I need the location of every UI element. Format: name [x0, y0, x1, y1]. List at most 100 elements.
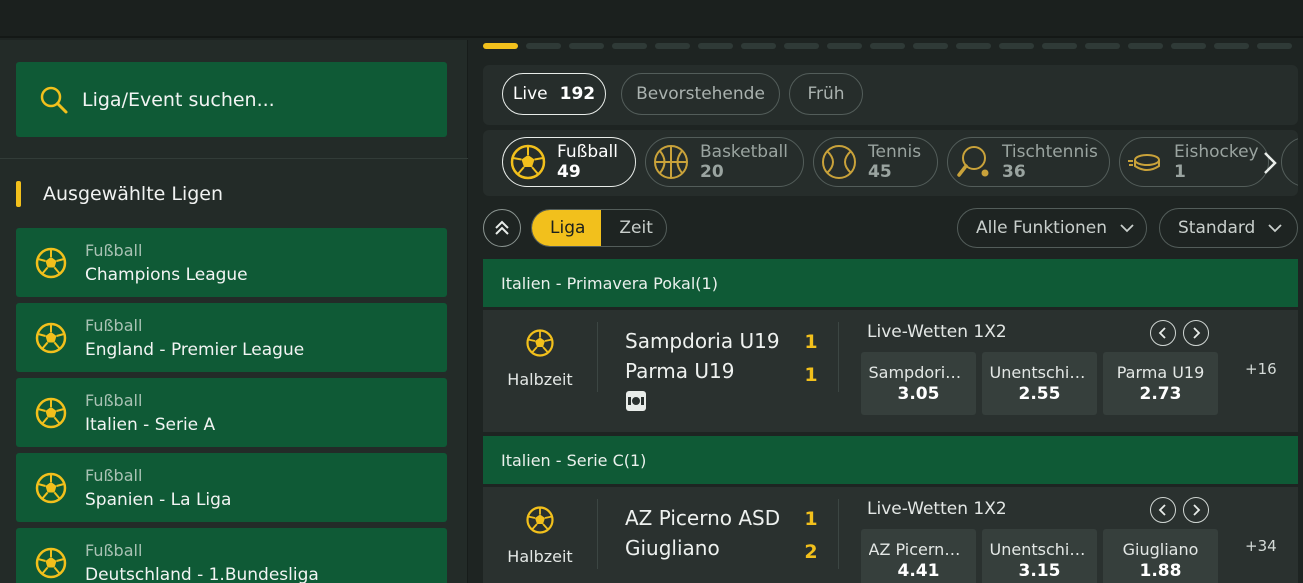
- league-sport: Fußball: [85, 240, 143, 260]
- featured-league-item[interactable]: Fußball Italien - Serie A: [16, 378, 447, 447]
- divider: [597, 322, 598, 392]
- sport-name: Fußball: [557, 142, 618, 162]
- match-scores: 1 2: [803, 503, 819, 569]
- home-score: 1: [804, 508, 818, 530]
- progress-segment[interactable]: [784, 43, 819, 49]
- filter-early-pill[interactable]: Früh: [789, 73, 863, 115]
- league-sport: Fußball: [85, 390, 143, 410]
- odds-button-away[interactable]: Giugliano 1.88: [1103, 529, 1218, 583]
- progress-segment[interactable]: [569, 43, 604, 49]
- sidebar: Liga/Event suchen... Ausgewählte Ligen F…: [0, 40, 468, 583]
- soccer-ball-icon: [35, 547, 67, 578]
- progress-segment[interactable]: [1171, 43, 1206, 49]
- sort-dropdown[interactable]: Standard: [1159, 208, 1298, 248]
- sport-tab-more[interactable]: [1281, 137, 1298, 187]
- odds-label: Unentschieden: [989, 540, 1090, 559]
- match-teams: AZ Picerno ASD Giugliano: [625, 503, 825, 563]
- progress-segment[interactable]: [1128, 43, 1163, 49]
- more-markets-link[interactable]: +34: [1245, 537, 1277, 555]
- match-scores: 1 1: [803, 326, 819, 392]
- progress-segment[interactable]: [827, 43, 862, 49]
- group-by-league-button[interactable]: Liga: [532, 210, 602, 246]
- stats-icon[interactable]: [625, 390, 647, 412]
- filter-live-label: Live: [512, 84, 548, 104]
- odds-label: AZ Picerno ASD: [868, 540, 969, 559]
- live-match-row[interactable]: Halbzeit AZ Picerno ASD Giugliano 1 2 Li…: [483, 487, 1298, 583]
- collapse-all-button[interactable]: [483, 209, 521, 247]
- league-sport: Fußball: [85, 540, 143, 560]
- progress-segment[interactable]: [1257, 43, 1292, 49]
- league-name: Spanien - La Liga: [85, 489, 232, 510]
- banner-progress-indicator: [483, 43, 1300, 49]
- double-chevron-up-icon: [495, 220, 509, 235]
- filter-live-pill[interactable]: Live 192: [502, 73, 606, 115]
- progress-segment[interactable]: [1042, 43, 1077, 49]
- soccer-ball-icon: [510, 144, 546, 180]
- odds-button-home[interactable]: AZ Picerno ASD 4.41: [861, 529, 976, 583]
- sport-tabs: Fußball 49 Basketball 20 Tennis 45 Tisch…: [483, 130, 1298, 196]
- home-score: 1: [804, 331, 818, 353]
- sport-tab-soccer[interactable]: Fußball 49: [502, 137, 636, 187]
- odds-button-draw[interactable]: Unentschieden 2.55: [982, 352, 1097, 415]
- featured-league-item[interactable]: Fußball Champions League: [16, 228, 447, 297]
- home-team: Sampdoria U19: [625, 329, 780, 353]
- progress-segment[interactable]: [870, 43, 905, 49]
- league-name: Italien - Serie A: [85, 414, 216, 435]
- sport-tab-basketball[interactable]: Basketball 20: [645, 137, 804, 187]
- market-next-button[interactable]: [1183, 497, 1209, 523]
- progress-segment[interactable]: [612, 43, 647, 49]
- functions-dropdown[interactable]: Alle Funktionen: [957, 208, 1147, 248]
- featured-league-item[interactable]: Fußball Deutschland - 1.Bundesliga: [16, 528, 447, 583]
- live-match-row[interactable]: Halbzeit Sampdoria U19 Parma U19 1 1 Liv…: [483, 310, 1298, 432]
- sport-count: 45: [868, 162, 892, 182]
- odds-label: Unentschieden: [989, 363, 1090, 382]
- odds-button-away[interactable]: Parma U19 2.73: [1103, 352, 1218, 415]
- featured-league-item[interactable]: Fußball Spanien - La Liga: [16, 453, 447, 522]
- market-prev-button[interactable]: [1150, 320, 1176, 346]
- market-prev-button[interactable]: [1150, 497, 1176, 523]
- odds-button-home[interactable]: Sampdoria U19 3.05: [861, 352, 976, 415]
- more-markets-link[interactable]: +16: [1245, 360, 1277, 378]
- soccer-ball-icon: [35, 247, 67, 278]
- sport-tab-ice-hockey[interactable]: Eishockey 1: [1119, 137, 1269, 187]
- progress-segment[interactable]: [483, 43, 518, 49]
- progress-segment[interactable]: [526, 43, 561, 49]
- odds-label: Parma U19: [1116, 363, 1205, 382]
- tennis-ball-icon: [822, 145, 856, 179]
- hockey-puck-icon: [1128, 154, 1160, 171]
- away-score: 2: [804, 541, 818, 563]
- progress-segment[interactable]: [741, 43, 776, 49]
- group-by-time-button[interactable]: Zeit: [601, 210, 666, 246]
- progress-segment[interactable]: [999, 43, 1034, 49]
- sport-tab-table-tennis[interactable]: Tischtennis 36: [947, 137, 1110, 187]
- chevron-down-icon: [1120, 224, 1134, 233]
- filter-upcoming-label: Bevorstehende: [636, 84, 765, 104]
- chevron-right-icon[interactable]: [1260, 148, 1280, 178]
- market-name: Live-Wetten 1X2: [867, 499, 1007, 519]
- sport-name: Eishockey: [1174, 142, 1259, 162]
- odds-value: 4.41: [897, 561, 940, 581]
- progress-segment[interactable]: [655, 43, 690, 49]
- soccer-ball-icon: [35, 472, 67, 503]
- featured-league-item[interactable]: Fußball England - Premier League: [16, 303, 447, 372]
- progress-segment[interactable]: [956, 43, 991, 49]
- odds-value: 3.05: [897, 384, 940, 404]
- progress-segment[interactable]: [913, 43, 948, 49]
- league-search-input[interactable]: Liga/Event suchen...: [16, 62, 447, 137]
- soccer-ball-icon: [526, 506, 554, 534]
- event-league-name: Italien - Serie C(1): [501, 450, 647, 470]
- sport-tab-tennis[interactable]: Tennis 45: [813, 137, 938, 187]
- progress-segment[interactable]: [698, 43, 733, 49]
- filter-upcoming-pill[interactable]: Bevorstehende: [621, 73, 780, 115]
- featured-leagues-header: Ausgewählte Ligen: [16, 181, 223, 207]
- basketball-icon: [654, 145, 688, 179]
- odds-label: Giugliano: [1122, 540, 1199, 559]
- sort-dropdown-label: Standard: [1178, 218, 1256, 238]
- odds-button-draw[interactable]: Unentschieden 3.15: [982, 529, 1097, 583]
- event-league-header[interactable]: Italien - Primavera Pokal(1): [483, 259, 1298, 307]
- progress-segment[interactable]: [1085, 43, 1120, 49]
- market-next-button[interactable]: [1183, 320, 1209, 346]
- match-status: Halbzeit: [499, 505, 581, 566]
- progress-segment[interactable]: [1214, 43, 1249, 49]
- event-league-header[interactable]: Italien - Serie C(1): [483, 436, 1298, 484]
